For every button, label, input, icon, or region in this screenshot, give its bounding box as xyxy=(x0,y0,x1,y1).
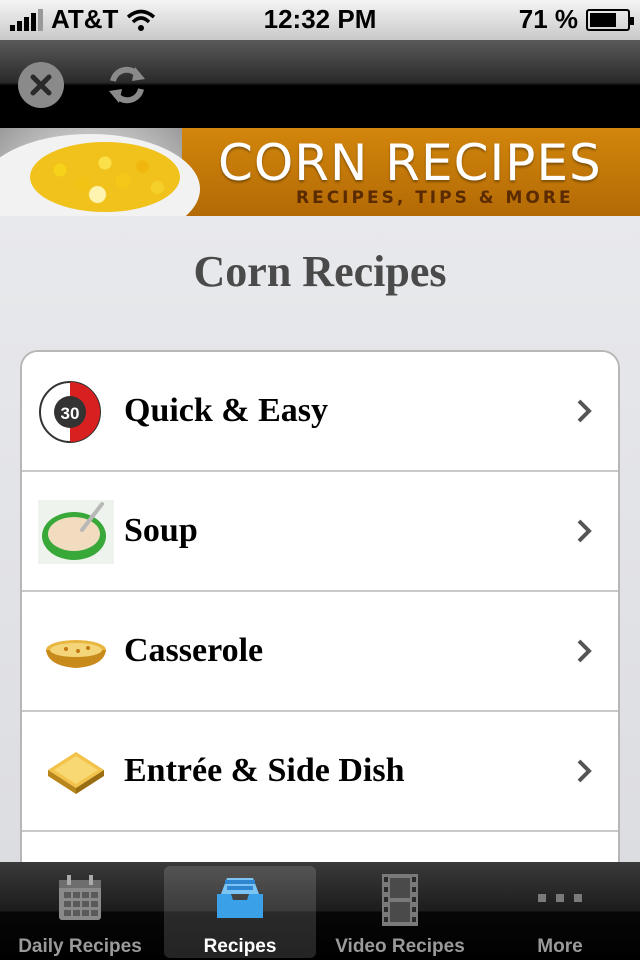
battery-group: 71 % xyxy=(518,4,634,35)
category-row-quick-easy[interactable]: 30 Quick & Easy xyxy=(22,352,618,472)
tab-bar: Daily Recipes Recipes Video Recipes More xyxy=(0,862,640,960)
tab-label: Recipes xyxy=(203,936,277,957)
tab-more[interactable]: More xyxy=(484,866,636,958)
category-row-casserole[interactable]: Casserole xyxy=(22,592,618,712)
category-label: Entrée & Side Dish xyxy=(124,752,405,789)
inbox-tray-icon xyxy=(217,878,263,918)
corn-dish-photo xyxy=(0,128,200,216)
chevron-right-icon xyxy=(577,639,592,663)
chevron-right-icon xyxy=(577,399,592,423)
casserole-icon xyxy=(46,640,106,668)
refresh-icon xyxy=(109,66,145,104)
svg-text:30: 30 xyxy=(61,404,80,423)
battery-icon xyxy=(586,8,634,31)
sandwich-icon xyxy=(48,752,104,794)
film-strip-icon xyxy=(382,874,418,926)
soup-bowl-icon xyxy=(38,500,114,564)
tab-label: Video Recipes xyxy=(335,936,465,957)
tab-label: Daily Recipes xyxy=(18,936,142,957)
banner-subtitle: RECIPES, TIPS & MORE xyxy=(296,188,574,208)
tab-video-recipes[interactable]: Video Recipes xyxy=(324,866,476,958)
category-row-entree-side[interactable]: Entrée & Side Dish xyxy=(22,712,618,832)
page-title: Corn Recipes xyxy=(193,247,447,296)
chevron-right-icon xyxy=(577,759,592,783)
category-label: Quick & Easy xyxy=(124,392,329,429)
banner-ad[interactable]: CORN RECIPES RECIPES, TIPS & MORE xyxy=(0,128,640,216)
main-content: Corn Recipes 30 Quick & Easy Soup Casser… xyxy=(0,216,640,862)
refresh-button[interactable] xyxy=(104,62,150,108)
close-button[interactable] xyxy=(18,62,64,108)
timer-icon: 30 xyxy=(39,381,101,443)
category-row-soup[interactable]: Soup xyxy=(22,472,618,592)
category-label: Casserole xyxy=(124,632,264,669)
toolbar xyxy=(0,40,640,128)
chevron-right-icon xyxy=(577,519,592,543)
status-bar: AT&T 12:32 PM 71 % xyxy=(0,0,640,40)
close-icon xyxy=(30,74,52,96)
calendar-icon xyxy=(59,875,101,920)
banner-title: CORN RECIPES xyxy=(218,134,602,192)
battery-percent: 71 % xyxy=(518,4,578,34)
tab-recipes[interactable]: Recipes xyxy=(164,866,316,958)
tab-label: More xyxy=(537,936,583,957)
category-row-partial[interactable] xyxy=(22,832,618,862)
tab-daily-recipes[interactable]: Daily Recipes xyxy=(4,866,156,958)
more-dots-icon xyxy=(538,894,582,902)
category-list: 30 Quick & Easy Soup Casserole Entrée & … xyxy=(20,350,620,862)
category-label: Soup xyxy=(124,512,198,549)
